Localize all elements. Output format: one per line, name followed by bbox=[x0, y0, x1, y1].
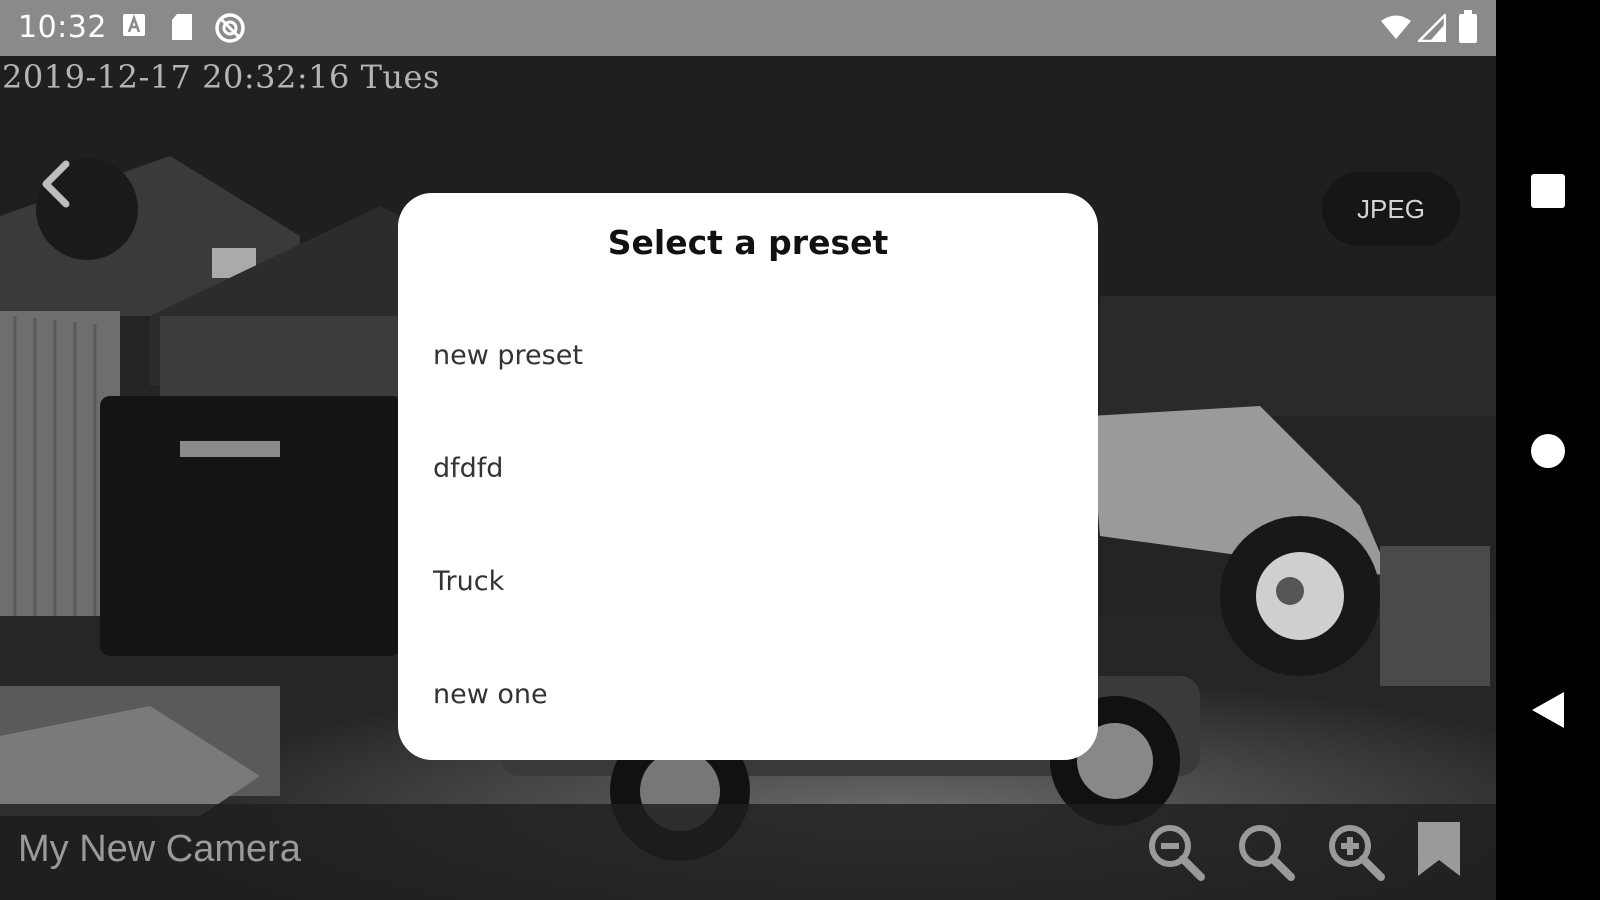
preset-label: new preset bbox=[433, 340, 583, 371]
preset-label: new one bbox=[433, 679, 548, 710]
a-notification-icon bbox=[122, 12, 146, 44]
preset-item[interactable]: dfdfd bbox=[398, 421, 1098, 521]
battery-icon bbox=[1458, 10, 1478, 48]
status-time: 10:32 bbox=[18, 10, 107, 45]
wifi-icon bbox=[1380, 14, 1412, 44]
preset-dialog: Select a preset new preset dfdfd Truck n… bbox=[398, 193, 1098, 760]
recents-button[interactable] bbox=[1531, 174, 1565, 208]
nav-back-button[interactable] bbox=[1530, 690, 1566, 734]
back-button[interactable] bbox=[36, 158, 138, 260]
preset-label: dfdfd bbox=[433, 453, 504, 484]
preset-label: Truck bbox=[433, 566, 505, 597]
osd-timestamp: 2019-12-17 20:32:16 Tues bbox=[2, 58, 440, 96]
navigation-bar bbox=[1496, 0, 1600, 900]
camera-name: My New Camera bbox=[18, 828, 301, 870]
sd-card-icon bbox=[170, 12, 194, 46]
preset-item[interactable]: new preset bbox=[398, 308, 1098, 408]
triangle-back-icon bbox=[1532, 692, 1564, 728]
home-button[interactable] bbox=[1531, 434, 1565, 468]
format-button[interactable]: JPEG bbox=[1322, 172, 1460, 246]
camera-bottom-bar: My New Camera bbox=[0, 804, 1496, 900]
dialog-title: Select a preset bbox=[607, 223, 889, 262]
preset-item[interactable]: new one bbox=[398, 647, 1098, 747]
sync-off-icon bbox=[214, 12, 246, 48]
status-bar: 10:32 bbox=[0, 0, 1496, 56]
signal-icon bbox=[1415, 11, 1447, 46]
preset-item[interactable]: Truck bbox=[398, 534, 1098, 634]
